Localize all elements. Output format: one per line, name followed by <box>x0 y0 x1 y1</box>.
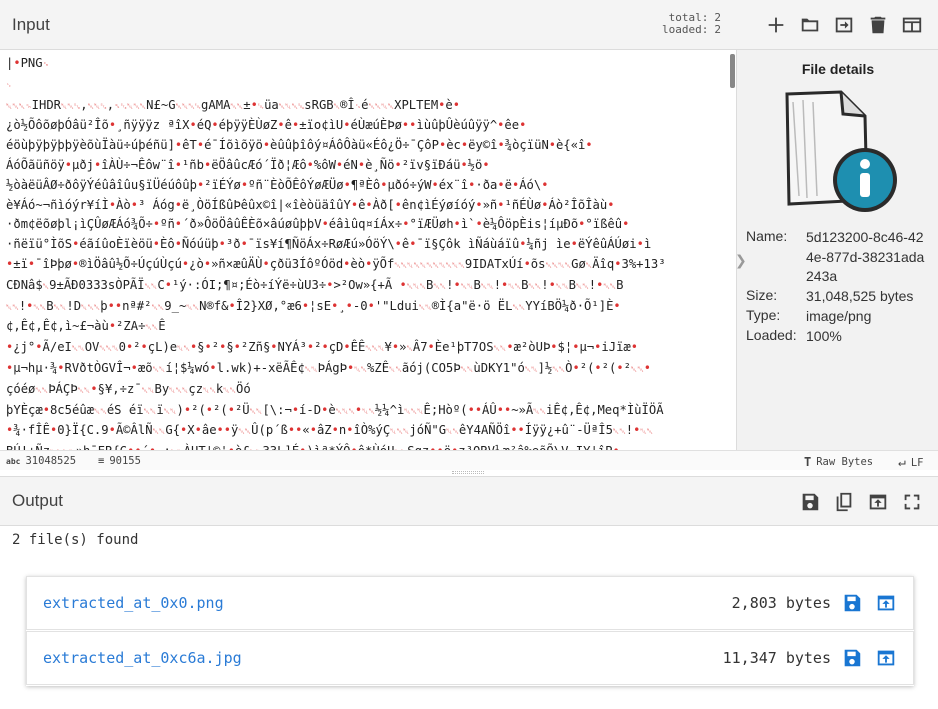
input-text-line: ¿ò½ÕôõøþÓâü²Îõ•¸ñÿÿÿz ªîX•éQ•éþÿÿÈÙøZ•ê•… <box>6 118 527 133</box>
input-text-line: |•PNG␍ <box>6 56 50 70</box>
input-text-line: ÁóÕãüñöÿ•µðj•îÀÙ÷¬Êôw¨î•¹ñb•ëÖâûcÆó´Ïð¦Æ… <box>6 157 490 172</box>
input-text-line: è¥Áó~¬ñìóýr¥íÌ•Àò•³ Áóg•ë¸ÒöÍßûÞêûx©î|«î… <box>6 197 615 212</box>
input-text-line: þYÈçæ•8c5éûæ␀␀éS éï␀␀ï␀␀)•²(•²(•²Ü␀␀[\:¬… <box>6 402 664 417</box>
file-size-label: Size: <box>746 287 778 303</box>
file-card: extracted_at_0xc6a.jpg 11,347 bytes <box>26 631 914 685</box>
clear-input-button[interactable] <box>864 11 892 39</box>
file-type-value: image/png <box>806 308 872 324</box>
replace-input-icon <box>869 494 887 510</box>
return-icon: ↵ <box>898 455 906 470</box>
file-size-row: Size: 31,048,525 bytes <box>746 287 930 307</box>
file-type-label: Type: <box>746 307 781 323</box>
file-loaded-row: Loaded: 100% <box>746 327 930 347</box>
copy-icon <box>836 492 852 512</box>
collapse-chevron-icon[interactable]: ❯ <box>735 252 747 269</box>
length-icon: abc <box>6 456 21 466</box>
open-in-input-icon <box>877 650 895 666</box>
input-text-line: CÐNâ$␀9±ÃÐ0333sÒPÃÏ␀␀C•¹ý·:ÓI;¶¤;Éò÷íÝë÷… <box>6 277 624 292</box>
layout-icon <box>902 17 922 33</box>
file-name-label: Name: <box>746 228 788 244</box>
input-textarea[interactable]: |•PNG␍ ␊ ␀␀␀␍IHDR␀␀␂,␀␀␂,␈␂␀␀␀N£~G␀␀␀␄gAMA… <box>0 50 736 450</box>
folder-icon <box>801 18 819 32</box>
file-save-button[interactable] <box>841 647 863 669</box>
length-stat: abc 31048525 <box>6 455 76 467</box>
file-details-title: File details <box>801 61 875 77</box>
input-text-line: éöùþÿþÿþþÿèõùÏàü÷úþéñü]•êT•é¯Íõìõÿö•èûûþ… <box>6 138 593 153</box>
save-icon <box>844 649 861 667</box>
file-loaded-value: 100% <box>806 328 842 344</box>
input-text-line: ␀␀!•␀␀B␀␀!D␀␀␀þ••nª#²␀␀9_~␀␀N®f&•Î2}XØ,°… <box>6 298 621 313</box>
input-text-line: ␀␀␀␍IHDR␀␀␂,␀␀␂,␈␂␀␀␀N£~G␀␀␀␄gAMA␀␀±•␄üa… <box>6 97 460 112</box>
file-loaded-label: Loaded: <box>746 327 797 343</box>
input-text-line: •±ï•¯îÞþø•®ìÖâû½Õ÷ÚçúÙçú•¿ò•»ñ×æûÄÙ•çðü3… <box>6 256 666 271</box>
file-info-icon <box>785 90 897 212</box>
input-title: Input <box>12 14 50 34</box>
input-text-line: ·ñëïü°ÌõS•éãíûoÈïèöü•Èô•Ñóúüþ•³ð•¯ïs¥í¶Ñ… <box>6 237 652 252</box>
panel-resize-handle[interactable] <box>452 471 484 474</box>
input-stats: total: 2 loaded: 2 <box>662 12 724 36</box>
open-folder-button[interactable] <box>796 11 824 39</box>
loaded-value: 2 <box>714 23 721 36</box>
file-type-row: Type: image/png <box>746 307 930 327</box>
loaded-label: loaded: <box>662 23 709 36</box>
input-text-line: BÚ!±Ñz␀␀␀␀»h¯ER{G••´•¬:␀␀ÀUT¦©'•ò£␀␀33L]… <box>6 442 730 450</box>
lines-icon: ≡ <box>98 455 105 467</box>
file-size-value: 31,048,525 bytes <box>806 288 914 304</box>
eol-label: LF <box>910 456 924 469</box>
save-output-button[interactable] <box>796 488 824 516</box>
add-icon <box>768 17 784 33</box>
file-open-button[interactable] <box>875 647 897 669</box>
file-details-panel: File details ❯ Name: 5d123200-8c46-424e-… <box>735 50 938 450</box>
file-name-value: 5d123200-8c46-424e-877d-38231ada243a <box>806 229 925 284</box>
chr-enc-label: Raw Bytes <box>816 456 874 468</box>
add-input-button[interactable] <box>762 11 790 39</box>
output-message: 2 file(s) found <box>12 532 139 548</box>
length-value: 31048525 <box>25 455 77 467</box>
input-text-line: ½òàëüÂØ÷ðôÿÝéûâîûu§ïÜéúôûþ•²ïÉÝø•ºñ¨ÈòÕÊ… <box>6 177 549 192</box>
replace-input-button[interactable] <box>864 488 892 516</box>
lines-value: 90155 <box>109 455 141 467</box>
input-text-line: •¾·fÎÊ•0}Ï{C.9•Ã©ÂlÑ␀␀G{•X•âe••ÿ␀␀Û(p´ß•… <box>6 423 654 438</box>
output-panel-header: Output <box>0 476 938 526</box>
input-text-line: ¢,Ê¢,Ê¢,ì~£¬àù•²ZA÷␀␀Ê <box>6 319 166 334</box>
input-text-line: •¿j°•Ã/eI␀␀OV␀␀␀0•²•çL)e␀␀•§•²•§•²Zñ§•NY… <box>6 340 638 355</box>
file-name-row: Name: 5d123200-8c46-424e-877d-38231ada24… <box>746 228 930 287</box>
input-text-line: ␊ <box>6 80 13 90</box>
input-panel-header: Input total: 2 loaded: 2 <box>0 0 938 50</box>
load-to-tab-icon <box>835 17 853 33</box>
open-in-input-icon <box>877 595 895 611</box>
file-size: 2,803 bytes <box>731 594 831 612</box>
extracted-file-list: extracted_at_0x0.png 2,803 bytes extract… <box>26 576 914 686</box>
chr-enc-selector[interactable]: T Raw Bytes <box>804 455 873 469</box>
input-text-line: çóéø␀␀ÞÁÇÞ␀␀•§¥,÷z¯␀␀By␀␀␀çz␀␀k␀␀Öó <box>6 381 251 396</box>
file-open-button[interactable] <box>875 592 897 614</box>
input-status-bar: abc 31048525 ≡ 90155 T Raw Bytes ↵ LF <box>0 450 938 470</box>
file-link[interactable]: extracted_at_0xc6a.jpg <box>43 649 242 667</box>
text-format-icon: T <box>804 455 812 469</box>
file-link[interactable]: extracted_at_0x0.png <box>43 594 224 612</box>
file-size: 11,347 bytes <box>722 649 831 667</box>
save-icon <box>802 493 819 511</box>
maximise-output-button[interactable] <box>898 488 926 516</box>
input-scrollbar[interactable] <box>730 54 735 88</box>
lines-stat: ≡ 90155 <box>98 455 141 467</box>
open-file-button[interactable] <box>830 11 858 39</box>
input-text-line: ·ðm¢ëõøþl¡ìÇÛøÆÁó¾Õ÷•ºñ•´ð»ÔöÖâûÊÈõ×âúøû… <box>6 217 630 232</box>
copy-output-button[interactable] <box>830 488 858 516</box>
maximise-icon <box>904 494 920 510</box>
file-card: extracted_at_0x0.png 2,803 bytes <box>26 576 914 630</box>
reset-layout-button[interactable] <box>898 11 926 39</box>
delete-icon <box>870 16 886 34</box>
input-text-line: •µ¬hµ·¾•RVðtÒGVÎ¬•æõ␀␀í¦$¼wó•l.wk)+-xëÃÊ… <box>6 360 651 375</box>
file-save-button[interactable] <box>841 592 863 614</box>
output-title: Output <box>12 491 64 510</box>
save-icon <box>844 594 861 612</box>
eol-selector[interactable]: ↵ LF <box>898 455 923 470</box>
